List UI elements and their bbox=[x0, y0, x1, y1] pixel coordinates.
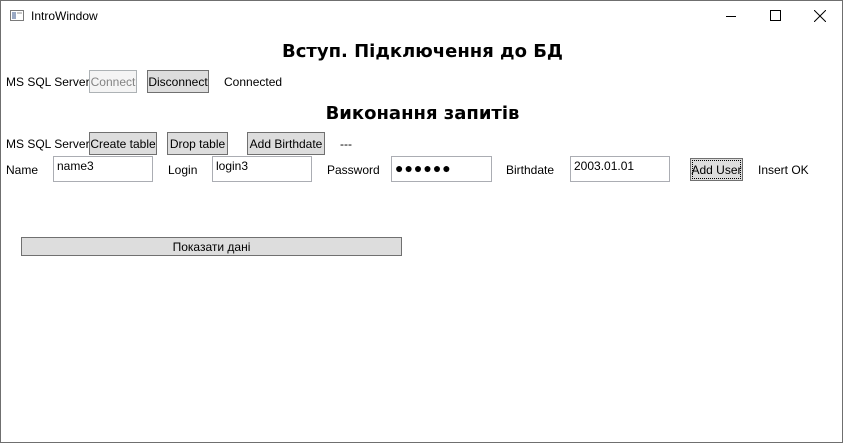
connection-server-label: MS SQL Server bbox=[6, 75, 90, 89]
add-birthdate-button[interactable]: Add Birthdate bbox=[247, 132, 325, 155]
window-icon bbox=[10, 10, 24, 21]
queries-server-label: MS SQL Server bbox=[6, 137, 90, 151]
queries-status: --- bbox=[340, 137, 352, 151]
queries-heading: Виконання запитів bbox=[325, 103, 520, 124]
login-label: Login bbox=[168, 163, 198, 177]
title-bar[interactable]: IntroWindow bbox=[1, 1, 842, 31]
password-label: Password bbox=[327, 163, 380, 177]
birthdate-label: Birthdate bbox=[506, 163, 555, 177]
window-title: IntroWindow bbox=[31, 9, 98, 23]
drop-table-button[interactable]: Drop table bbox=[167, 132, 228, 155]
add-user-button[interactable]: Add User bbox=[690, 158, 743, 181]
connect-button[interactable]: Connect bbox=[89, 70, 137, 93]
create-table-button[interactable]: Create table bbox=[89, 132, 157, 155]
connection-heading: Вступ. Підключення до БД bbox=[282, 41, 563, 62]
disconnect-button[interactable]: Disconnect bbox=[147, 70, 209, 93]
minimize-icon[interactable] bbox=[708, 1, 754, 31]
password-input[interactable]: ●●●●●● bbox=[391, 156, 492, 182]
name-input[interactable]: name3 bbox=[53, 156, 153, 182]
insert-status: Insert OK bbox=[758, 163, 809, 177]
birthdate-input[interactable]: 2003.01.01 bbox=[570, 156, 670, 182]
connection-status: Connected bbox=[224, 75, 283, 89]
intro-window: IntroWindow Вступ. Підключення до БД MS … bbox=[0, 0, 843, 443]
show-data-button[interactable]: Показати дані bbox=[21, 237, 402, 256]
login-input[interactable]: login3 bbox=[212, 156, 312, 182]
name-label: Name bbox=[6, 163, 39, 177]
close-icon[interactable] bbox=[797, 1, 843, 31]
maximize-icon[interactable] bbox=[752, 1, 798, 31]
